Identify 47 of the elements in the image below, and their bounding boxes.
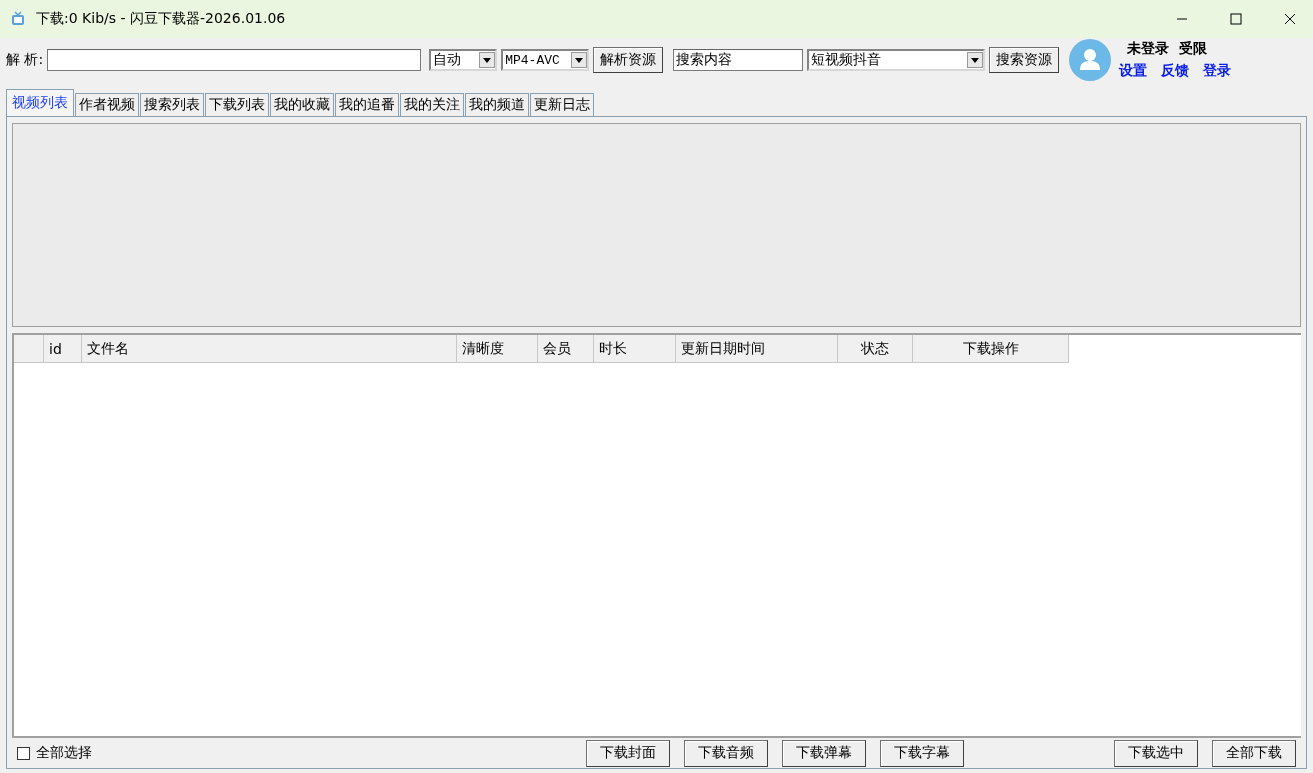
format-dropdown[interactable]: MP4-AVC bbox=[501, 49, 590, 71]
maximize-icon[interactable] bbox=[1230, 13, 1242, 25]
download-button[interactable]: 下载音频 bbox=[684, 739, 768, 767]
column-header: id bbox=[44, 335, 82, 363]
dropdown-arrow-icon bbox=[483, 57, 492, 63]
dropdown-arrow-icon bbox=[971, 57, 980, 63]
app-icon bbox=[10, 11, 26, 27]
tab[interactable]: 下载列表 bbox=[205, 93, 269, 116]
quality-dropdown[interactable]: 自动 bbox=[429, 49, 498, 71]
tab[interactable]: 作者视频 bbox=[75, 93, 139, 116]
user-link[interactable]: 反馈 bbox=[1161, 62, 1190, 80]
column-header: 文件名 bbox=[82, 335, 457, 363]
download-button[interactable]: 全部下载 bbox=[1212, 739, 1296, 767]
checkbox[interactable] bbox=[17, 746, 30, 760]
tab[interactable]: 我的追番 bbox=[335, 93, 399, 116]
permission-status: 受限 bbox=[1179, 40, 1208, 58]
search-button[interactable]: 搜索资源 bbox=[989, 47, 1060, 73]
column-header: 下载操作 bbox=[913, 335, 1069, 363]
url-field[interactable] bbox=[47, 49, 422, 71]
column-header: 状态 bbox=[838, 335, 913, 363]
column-header: 清晰度 bbox=[457, 335, 538, 363]
source-dropdown[interactable]: 短视频抖音 bbox=[807, 49, 986, 71]
parse-button[interactable]: 解析资源 bbox=[593, 47, 664, 73]
dropdown-arrow-icon bbox=[575, 57, 584, 63]
select-all-label: 全部选择 bbox=[36, 744, 92, 762]
search-field[interactable]: 搜索内容 bbox=[673, 49, 804, 71]
login-status: 未登录 bbox=[1127, 40, 1170, 58]
tab[interactable]: 我的关注 bbox=[400, 93, 464, 116]
user-avatar-icon bbox=[1069, 39, 1112, 81]
column-header: 会员 bbox=[538, 335, 594, 363]
column-header: 更新日期时间 bbox=[676, 335, 838, 363]
download-button[interactable]: 下载字幕 bbox=[880, 739, 964, 767]
parse-label: 解 析: bbox=[6, 51, 44, 69]
user-link[interactable]: 设置 bbox=[1119, 62, 1148, 80]
tab[interactable]: 我的收藏 bbox=[270, 93, 334, 116]
column-header bbox=[14, 335, 44, 363]
download-button[interactable]: 下载选中 bbox=[1114, 739, 1198, 767]
window-title: 下载:0 Kib/s - 闪豆下载器-2026.01.06 bbox=[36, 10, 287, 28]
user-link[interactable]: 登录 bbox=[1203, 62, 1232, 80]
close-icon[interactable] bbox=[1284, 13, 1296, 25]
tab[interactable]: 搜索列表 bbox=[140, 93, 204, 116]
download-button[interactable]: 下载封面 bbox=[586, 739, 670, 767]
column-header: 时长 bbox=[594, 335, 676, 363]
download-button[interactable]: 下载弹幕 bbox=[782, 739, 866, 767]
tab[interactable]: 我的频道 bbox=[465, 93, 529, 116]
tab[interactable]: 视频列表 bbox=[6, 89, 74, 116]
tab[interactable]: 更新日志 bbox=[530, 93, 594, 116]
